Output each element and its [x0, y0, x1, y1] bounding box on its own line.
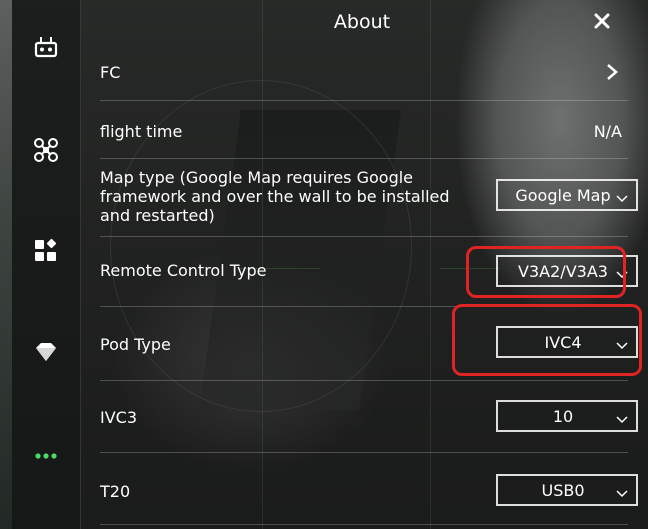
about-panel: About FC flight time N/A Map type (Googl…	[80, 0, 648, 529]
diamond-icon[interactable]	[28, 334, 64, 370]
ivc3-row: IVC3 10	[100, 380, 638, 453]
map-type-value: Google Map	[515, 185, 611, 205]
drone-icon[interactable]	[28, 132, 64, 168]
flight-time-row: flight time N/A	[100, 100, 628, 159]
map-type-row: Map type (Google Map requires Google fra…	[100, 158, 638, 237]
ivc3-label: IVC3	[100, 408, 138, 427]
pod-type-highlight	[452, 304, 642, 376]
chevron-down-icon	[616, 484, 628, 498]
chevron-down-icon	[616, 189, 628, 203]
rc-type-label: Remote Control Type	[100, 261, 267, 280]
chevron-down-icon	[616, 410, 628, 424]
page-title: About	[333, 11, 391, 33]
map-type-select[interactable]: Google Map	[496, 179, 638, 211]
chevron-right-icon	[606, 64, 618, 80]
t20-label: T20	[100, 482, 131, 501]
panel-header: About	[80, 0, 640, 44]
flight-time-label: flight time	[100, 122, 183, 141]
rc-type-highlight	[466, 246, 626, 298]
fc-label: FC	[100, 63, 121, 82]
ivc3-select[interactable]: 10	[496, 400, 638, 432]
apps-icon[interactable]	[28, 232, 64, 268]
more-icon[interactable]	[28, 434, 64, 470]
map-type-label: Map type (Google Map requires Google fra…	[100, 168, 450, 225]
fc-row[interactable]: FC	[100, 44, 628, 101]
close-icon[interactable]	[590, 9, 614, 33]
side-rail	[12, 0, 81, 529]
t20-select[interactable]: USB0	[496, 474, 638, 506]
remote-controller-icon[interactable]	[28, 30, 64, 66]
pod-type-label: Pod Type	[100, 335, 171, 354]
t20-row: T20 USB0	[100, 452, 638, 525]
ivc3-value: 10	[552, 406, 574, 426]
t20-value: USB0	[541, 480, 585, 500]
flight-time-value: N/A	[593, 122, 622, 141]
